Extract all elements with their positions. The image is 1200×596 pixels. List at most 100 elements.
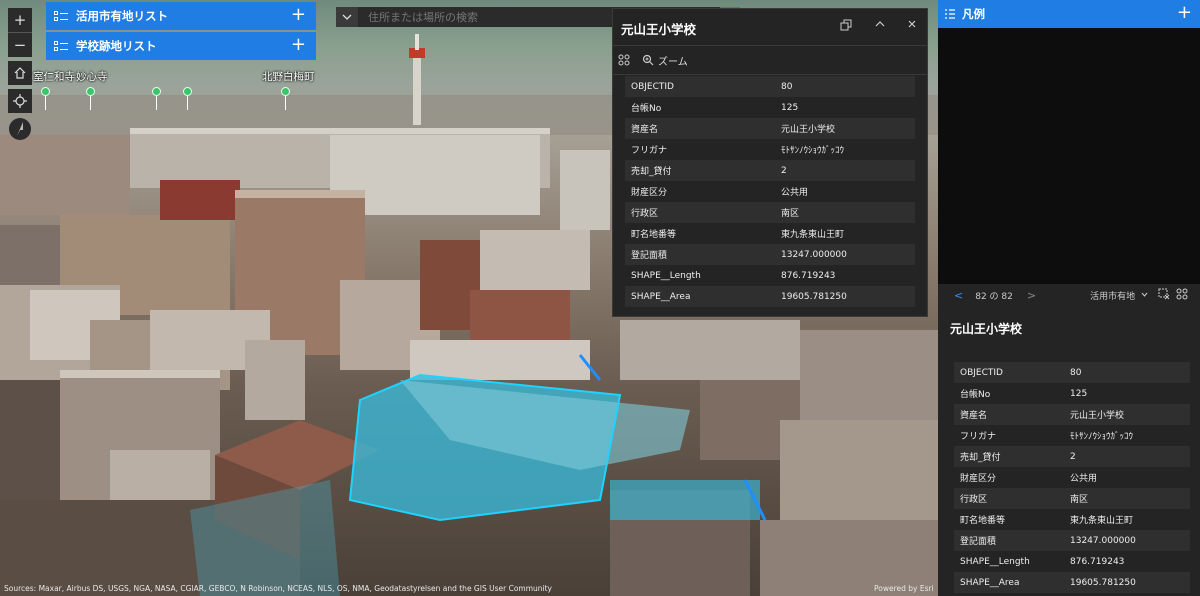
place-pin[interactable] — [41, 87, 50, 110]
attribute-key: フリガナ — [954, 425, 1064, 446]
search-input[interactable] — [358, 10, 618, 24]
clear-selection-icon — [1158, 288, 1170, 299]
dock-icon — [840, 19, 852, 31]
attribute-row: OBJECTID 80 — [954, 362, 1190, 383]
expand-plus-icon[interactable]: + — [291, 36, 306, 54]
place-label-ninnaji[interactable]: 室仁和寺 — [33, 69, 75, 84]
attribute-row: SHAPE__Length 876.719243 — [954, 551, 1190, 572]
attribute-row: 行政区 南区 — [625, 202, 915, 223]
powered-by-esri[interactable]: Powered by Esri — [874, 584, 934, 593]
attribute-row: 台帳No 125 — [625, 97, 915, 118]
attribute-key: フリガナ — [625, 139, 775, 160]
attribute-value: 125 — [775, 97, 915, 118]
feature-popup: 元山王小学校 ズーム OBJECTID 80 台帳No 125 資産名 元山王小学校 フリガ… — [612, 8, 928, 317]
attribute-row: OBJECTID 80 — [625, 76, 915, 97]
attribute-value: 南区 — [775, 202, 915, 223]
attribute-row: 町名地番等 東九条東山王町 — [954, 509, 1190, 530]
list-icon — [54, 40, 68, 52]
place-pin[interactable] — [86, 87, 95, 110]
expand-plus-icon[interactable]: + — [1177, 4, 1192, 22]
zoom-label: ズーム — [658, 56, 688, 68]
attribute-key: SHAPE__Length — [625, 265, 775, 286]
place-pin[interactable] — [152, 87, 161, 110]
place-label-myoshinji[interactable]: 妙心寺 — [76, 69, 108, 84]
zoom-to-button[interactable]: ズーム — [642, 53, 688, 68]
close-icon — [908, 20, 916, 28]
zoom-magnifier-icon — [642, 54, 654, 66]
feature-title: 元山王小学校 — [950, 322, 1023, 336]
feature-detail-panel: 元山王小学校 OBJECTID 80 台帳No 125 資産名 元山王小学校 フリガナ ﾓﾄｻ… — [938, 306, 1200, 596]
attribute-row: 資産名 元山王小学校 — [625, 118, 915, 139]
attribute-row: 資産名 元山王小学校 — [954, 404, 1190, 425]
attribute-row: 売却_貸付 2 — [625, 160, 915, 181]
clear-selection-button[interactable] — [1158, 288, 1170, 303]
attribute-value: 南区 — [1064, 488, 1190, 509]
attribute-key: 資産名 — [625, 118, 775, 139]
grid-icon — [1176, 288, 1188, 299]
search-source-dropdown[interactable] — [336, 7, 358, 27]
attribute-row: 財産区分 公共用 — [625, 181, 915, 202]
grid-button[interactable] — [618, 51, 630, 70]
grid-button[interactable] — [1176, 288, 1188, 303]
legend-header[interactable]: 凡例 + — [938, 0, 1200, 28]
locate-button[interactable] — [8, 89, 32, 113]
place-label-kitano-hakubaicho[interactable]: 北野白梅町 — [262, 69, 315, 84]
home-icon — [14, 67, 26, 79]
attribute-value: ﾓﾄｻﾝﾉｳｼｮｳｶﾞｯｺｳ — [775, 139, 915, 160]
list-panel-gakko-atochi[interactable]: 学校跡地リスト + — [46, 32, 316, 60]
locate-icon — [13, 94, 27, 108]
zoom-in-button[interactable]: + — [8, 8, 32, 32]
attribute-value: 2 — [1064, 446, 1190, 467]
attribute-value: 876.719243 — [775, 265, 915, 286]
compass-icon — [17, 122, 23, 136]
legend-list-icon — [945, 9, 955, 19]
attribute-row: SHAPE__Area 19605.781250 — [625, 286, 915, 307]
expand-plus-icon[interactable]: + — [291, 6, 306, 24]
attribute-key: OBJECTID — [625, 76, 775, 97]
dock-button[interactable] — [840, 19, 852, 34]
attribute-value: 13247.000000 — [775, 244, 915, 265]
attribute-value: 2 — [775, 160, 915, 181]
grid-icon — [618, 54, 630, 65]
close-button[interactable] — [907, 19, 917, 32]
attribute-row: 台帳No 125 — [954, 383, 1190, 404]
attribute-key: 売却_貸付 — [954, 446, 1064, 467]
place-pin[interactable] — [281, 87, 290, 110]
attribute-value: ﾓﾄｻﾝﾉｳｼｮｳｶﾞｯｺｳ — [1064, 425, 1190, 446]
compass-button[interactable] — [9, 118, 31, 140]
chevron-down-icon — [342, 14, 352, 20]
home-button[interactable] — [8, 61, 32, 85]
attribute-value: 公共用 — [775, 181, 915, 202]
attribute-value: 80 — [1064, 362, 1190, 383]
attribute-key: 行政区 — [625, 202, 775, 223]
attribute-row: SHAPE__Length 876.719243 — [625, 265, 915, 286]
next-feature-button[interactable]: > — [1027, 289, 1036, 302]
list-panel-katsuyo[interactable]: 活用市有地リスト + — [46, 2, 316, 30]
attribute-value: 元山王小学校 — [1064, 404, 1190, 425]
place-pin[interactable] — [183, 87, 192, 110]
attribute-row: フリガナ ﾓﾄｻﾝﾉｳｼｮｳｶﾞｯｺｳ — [954, 425, 1190, 446]
feature-attribute-table: OBJECTID 80 台帳No 125 資産名 元山王小学校 フリガナ ﾓﾄｻﾝﾉｳｼｮｳｶ… — [954, 362, 1190, 593]
attribute-key: SHAPE__Area — [625, 286, 775, 307]
attribute-value: 公共用 — [1064, 467, 1190, 488]
attribute-value: 876.719243 — [1064, 551, 1190, 572]
zoom-out-button[interactable]: − — [8, 33, 32, 57]
attribute-key: SHAPE__Length — [954, 551, 1064, 572]
attribute-key: 売却_貸付 — [625, 160, 775, 181]
attribute-row: 財産区分 公共用 — [954, 467, 1190, 488]
attribute-value: 東九条東山王町 — [775, 223, 915, 244]
layer-select[interactable]: 活用市有地 — [1090, 289, 1135, 302]
prev-feature-button[interactable]: < — [954, 289, 963, 302]
attribute-key: SHAPE__Area — [954, 572, 1064, 593]
attribute-key: 資産名 — [954, 404, 1064, 425]
attribute-value: 東九条東山王町 — [1064, 509, 1190, 530]
attribute-row: フリガナ ﾓﾄｻﾝﾉｳｼｮｳｶﾞｯｺｳ — [625, 139, 915, 160]
attribute-key: 登記面積 — [625, 244, 775, 265]
popup-title: 元山王小学校 — [621, 22, 697, 37]
collapse-button[interactable] — [875, 19, 885, 32]
attribute-row: SHAPE__Area 19605.781250 — [954, 572, 1190, 593]
attribute-key: 台帳No — [625, 97, 775, 118]
attribute-key: OBJECTID — [954, 362, 1064, 383]
feature-counter: 82 の 82 — [975, 291, 1013, 302]
attribute-key: 台帳No — [954, 383, 1064, 404]
